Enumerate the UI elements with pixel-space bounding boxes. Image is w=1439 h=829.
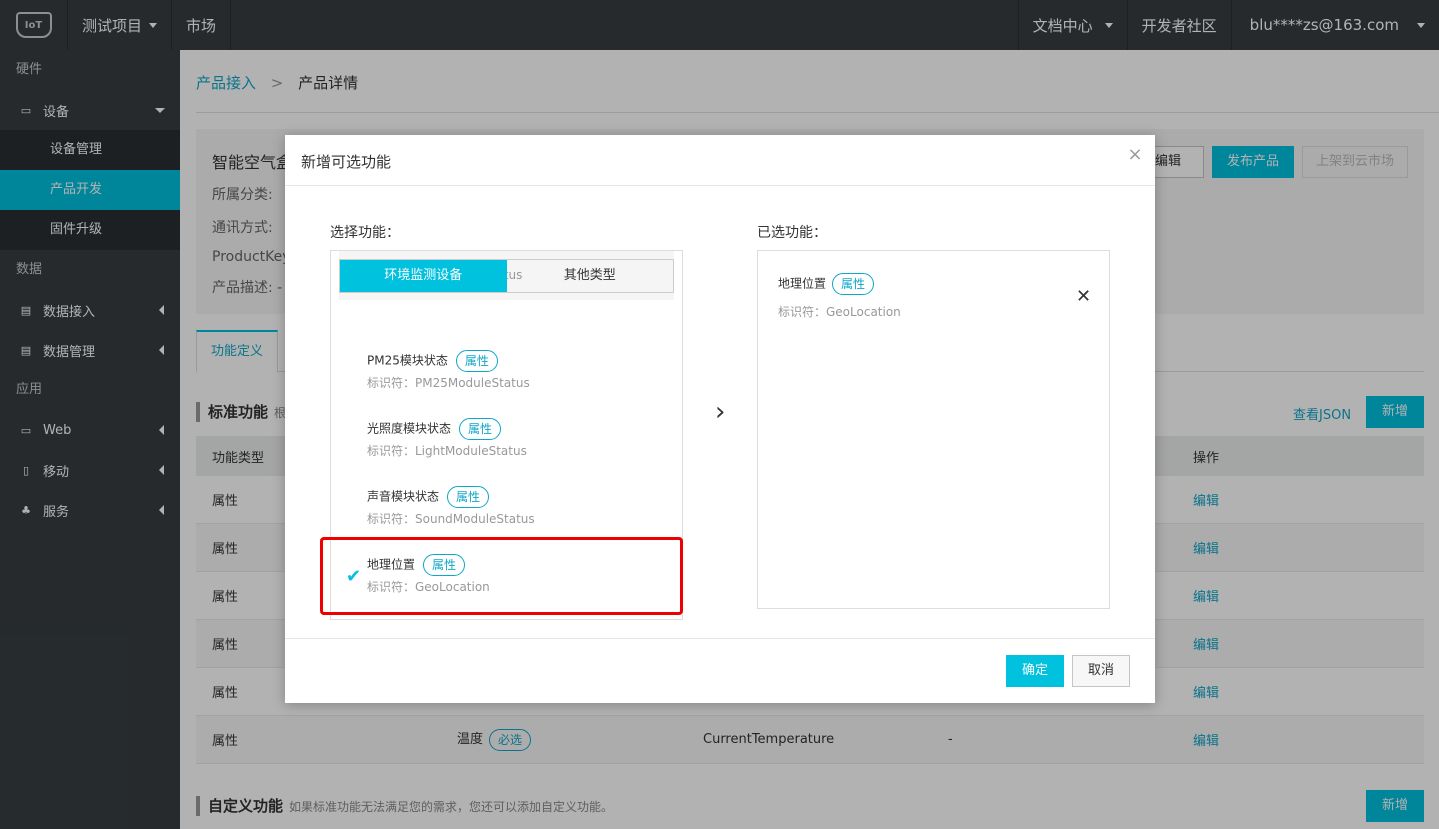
- function-identifier: 标识符：SoundModuleStatus: [367, 512, 535, 526]
- function-name: 声音模块状态: [367, 489, 440, 504]
- function-item[interactable]: PM25模块状态 属性 标识符：PM25ModuleStatus: [339, 340, 674, 408]
- segment-env-monitor[interactable]: 环境监测设备: [340, 260, 507, 292]
- dialog-footer-divider: [285, 638, 1155, 639]
- function-name: PM25模块状态: [367, 353, 448, 368]
- segment-other[interactable]: 其他类型: [507, 260, 674, 292]
- function-item[interactable]: 声音模块状态 属性 标识符：SoundModuleStatus: [339, 476, 674, 544]
- function-name: 光照度模块状态: [367, 421, 452, 436]
- function-name-row: 声音模块状态 属性: [367, 486, 490, 508]
- selected-function-box: 地理位置 属性 标识符：GeoLocation ✕: [757, 250, 1110, 609]
- selected-function-label: 已选功能：: [757, 225, 827, 241]
- selected-function-item: 地理位置 属性 标识符：GeoLocation: [778, 273, 901, 320]
- property-badge: 属性: [832, 273, 875, 295]
- chevron-right-icon: ›: [715, 397, 726, 427]
- property-badge: 属性: [459, 418, 502, 440]
- dialog-title: 新增可选功能: [301, 153, 392, 171]
- property-badge: 属性: [455, 350, 498, 372]
- dialog-header: 新增可选功能 ×: [285, 135, 1155, 186]
- confirm-button[interactable]: 确定: [1006, 655, 1064, 687]
- function-name-row: 光照度模块状态 属性: [367, 418, 502, 440]
- add-optional-function-dialog: 新增可选功能 × 选择功能： 已选功能： 标识符：CO2ModuleStatus…: [285, 135, 1155, 703]
- function-item[interactable]: 光照度模块状态 属性 标识符：LightModuleStatus: [339, 408, 674, 476]
- property-badge: 属性: [447, 486, 490, 508]
- remove-icon[interactable]: ✕: [1076, 286, 1091, 307]
- category-segmented-control: 环境监测设备 其他类型: [339, 259, 674, 293]
- close-icon[interactable]: ×: [1127, 146, 1143, 164]
- function-identifier: 标识符：PM25ModuleStatus: [367, 376, 530, 390]
- function-identifier: 标识符：GeoLocation: [778, 305, 901, 319]
- select-function-label: 选择功能：: [330, 225, 400, 241]
- highlight-annotation: [320, 537, 683, 615]
- function-name-row: PM25模块状态 属性: [367, 350, 498, 372]
- cancel-button[interactable]: 取消: [1072, 655, 1130, 687]
- function-identifier: 标识符：LightModuleStatus: [367, 444, 527, 458]
- function-name: 地理位置: [778, 276, 827, 291]
- function-name-row: 地理位置 属性: [778, 273, 901, 295]
